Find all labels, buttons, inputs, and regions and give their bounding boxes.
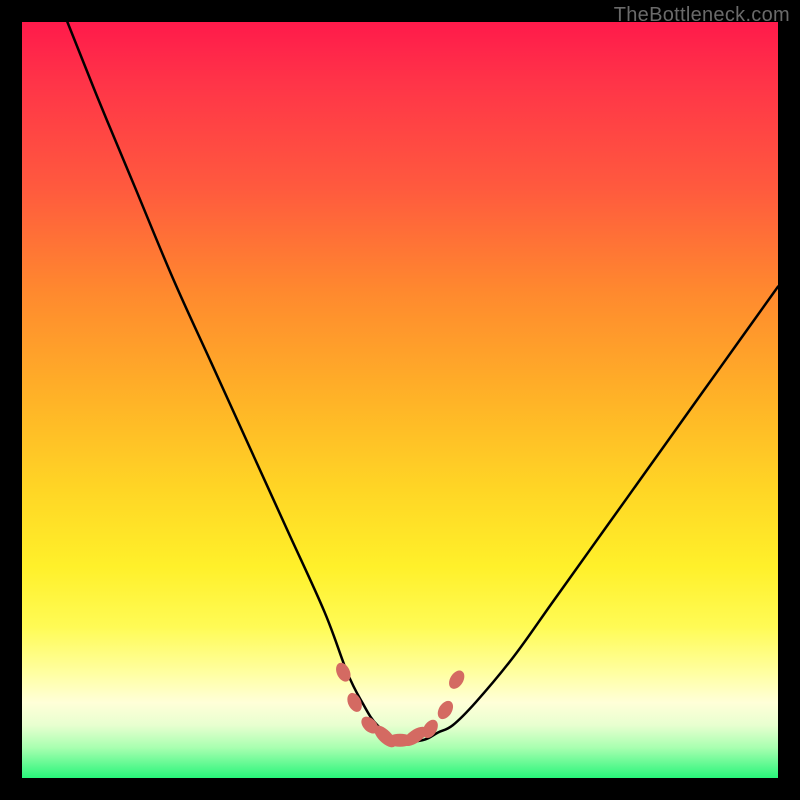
marker-dot bbox=[446, 668, 468, 692]
marker-dot bbox=[435, 698, 457, 722]
bottleneck-curve bbox=[22, 22, 778, 778]
chart-frame: TheBottleneck.com bbox=[0, 0, 800, 800]
plot-area bbox=[22, 22, 778, 778]
curve-markers bbox=[333, 660, 467, 751]
curve-line bbox=[67, 22, 778, 742]
